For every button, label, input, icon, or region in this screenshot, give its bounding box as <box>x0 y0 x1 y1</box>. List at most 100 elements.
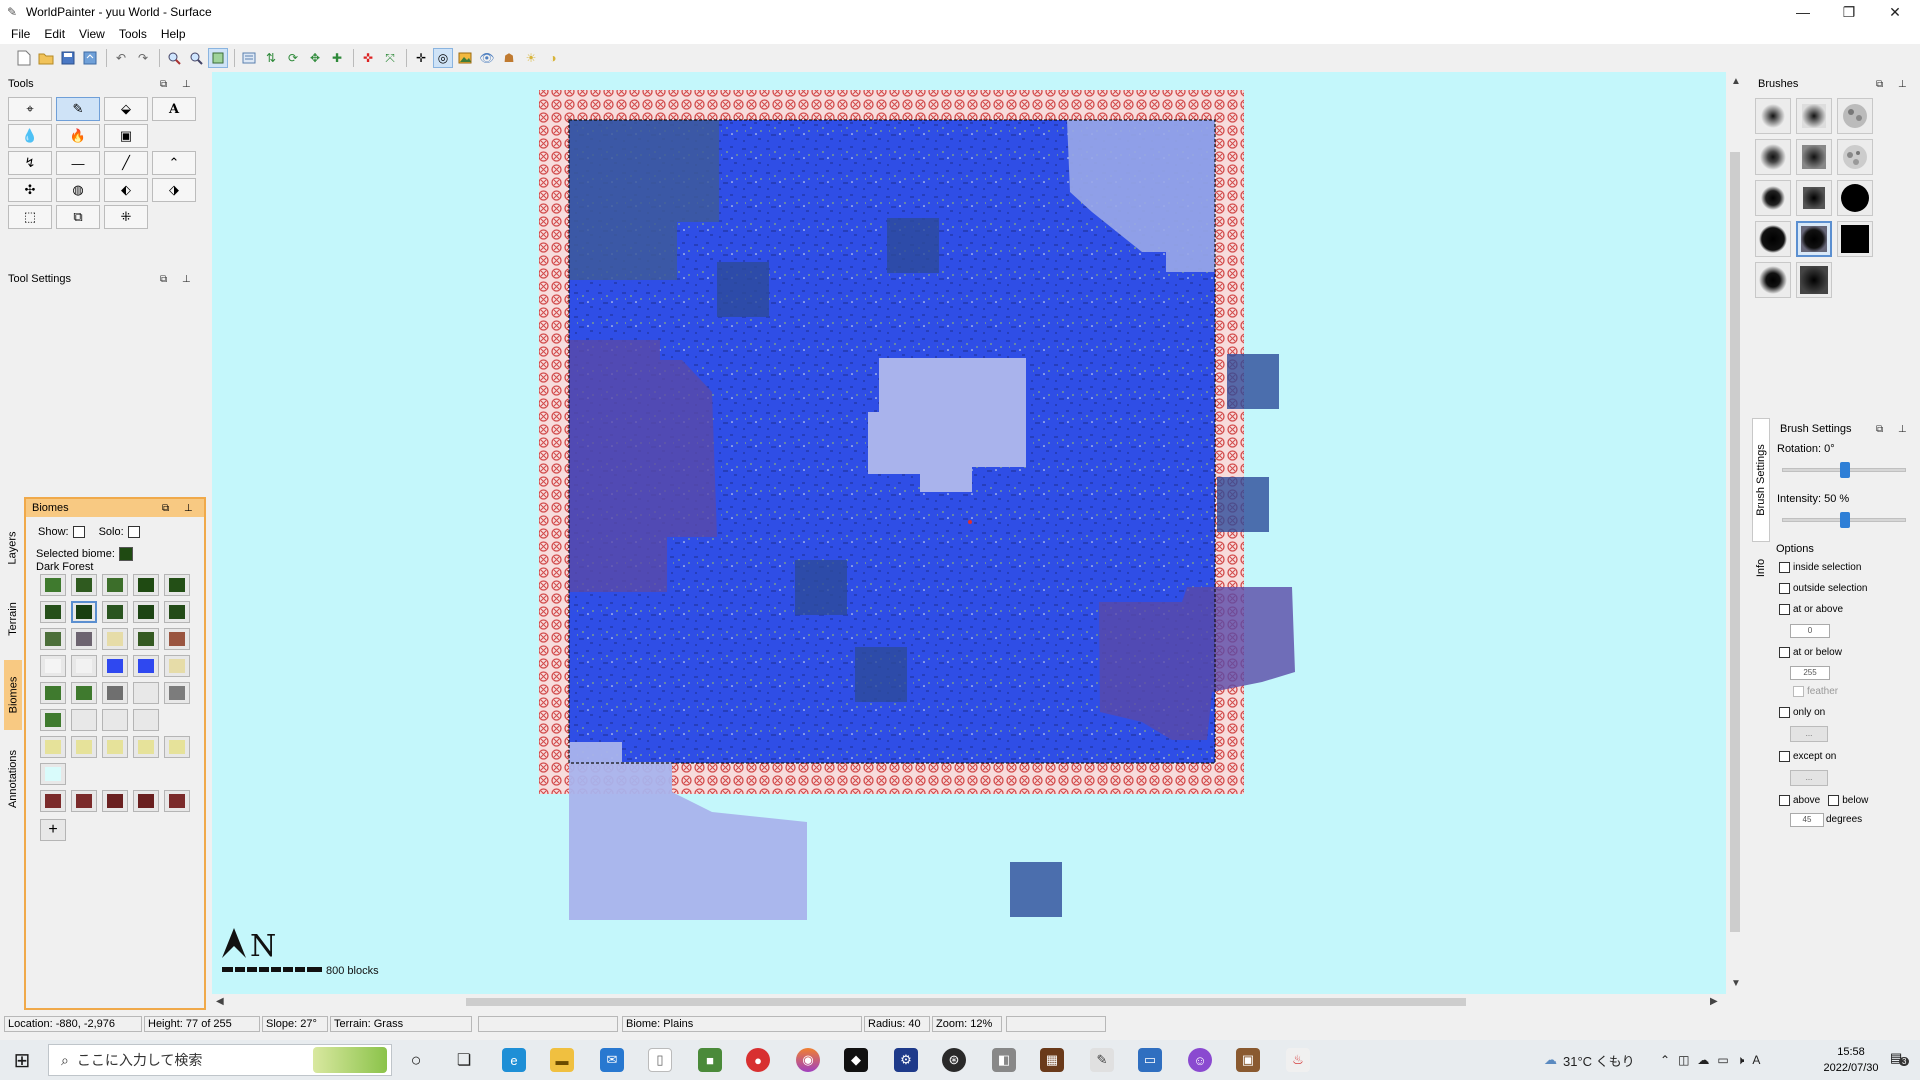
biome-button[interactable] <box>102 574 128 596</box>
rotation-slider[interactable] <box>1782 462 1906 478</box>
export-icon[interactable] <box>80 48 100 68</box>
tool-flood-fill-icon[interactable]: ⬙ <box>104 97 148 121</box>
block-app-icon[interactable]: ▣ <box>1236 1048 1260 1072</box>
intensity-slider-knob[interactable] <box>1840 512 1850 528</box>
tool-select-icon[interactable]: ⌖ <box>8 97 52 121</box>
tab-biomes[interactable]: Biomes <box>4 660 22 730</box>
only-on-dropdown[interactable]: ... <box>1790 726 1828 742</box>
at-or-above-checkbox[interactable] <box>1779 604 1790 615</box>
tab-info[interactable]: Info <box>1752 548 1770 588</box>
pin-panel-icon[interactable]: ⊥ <box>1898 424 1907 435</box>
biome-button[interactable] <box>71 790 97 812</box>
light-direction-icon[interactable]: ☀ <box>521 48 541 68</box>
brush-soft-round-small[interactable] <box>1755 98 1791 134</box>
at-or-below-option[interactable]: at or below <box>1779 647 1842 658</box>
degrees-spinner[interactable]: 45 <box>1790 813 1824 827</box>
biome-button[interactable] <box>102 655 128 677</box>
biome-button[interactable] <box>164 601 190 623</box>
network-icon[interactable]: ◫ <box>1678 1053 1689 1067</box>
biome-button[interactable] <box>40 628 66 650</box>
scroll-left-icon[interactable]: ◀ <box>216 996 224 1007</box>
except-on-dropdown[interactable]: ... <box>1790 770 1828 786</box>
taskbar-search-box[interactable]: ⌕ ここに入力して検索 <box>48 1044 392 1076</box>
brush-hard-round[interactable] <box>1837 180 1873 216</box>
maximize-button[interactable]: ❐ <box>1826 0 1872 24</box>
pin-panel-icon[interactable]: ⊥ <box>182 274 191 285</box>
new-file-icon[interactable] <box>14 48 34 68</box>
tool-spray-icon[interactable]: ◍ <box>56 178 100 202</box>
tool-pencil-icon[interactable]: ✎ <box>56 97 100 121</box>
java-icon[interactable]: ♨ <box>1286 1048 1310 1072</box>
tab-terrain[interactable]: Terrain <box>4 584 22 654</box>
recording-app-icon[interactable]: ● <box>746 1048 770 1072</box>
horizontal-scroll-thumb[interactable] <box>466 998 1466 1006</box>
horizontal-scrollbar[interactable]: ◀ ▶ <box>212 994 1726 1010</box>
scroll-up-icon[interactable]: ▲ <box>1731 76 1741 87</box>
worldpainter-taskbar-icon[interactable]: ✎ <box>1090 1048 1114 1072</box>
clock[interactable]: 15:58 2022/07/30 <box>1818 1044 1884 1076</box>
biome-button[interactable] <box>164 682 190 704</box>
biome-button[interactable] <box>133 601 159 623</box>
tool-raise-mountain-icon[interactable]: ⌃ <box>152 151 196 175</box>
add-biome-button[interactable]: + <box>40 819 66 841</box>
tool-inverted-pyramid-icon[interactable]: ⬗ <box>152 178 196 202</box>
brush-soft-square-small[interactable] <box>1796 98 1832 134</box>
biome-button[interactable] <box>164 628 190 650</box>
biome-button[interactable] <box>164 736 190 758</box>
brush-square-medium[interactable] <box>1796 180 1832 216</box>
feather-option[interactable]: feather <box>1793 686 1838 697</box>
show-checkbox[interactable] <box>72 526 85 538</box>
at-or-above-option[interactable]: at or above <box>1779 604 1843 615</box>
inside-selection-checkbox[interactable] <box>1779 562 1790 573</box>
rotation-slider-knob[interactable] <box>1840 462 1850 478</box>
pin-panel-icon[interactable]: ⊥ <box>1898 79 1907 90</box>
onedrive-icon[interactable]: ☁ <box>1697 1053 1709 1067</box>
weather-widget[interactable]: ☁ 31°C くもり <box>1544 1040 1635 1080</box>
biome-button[interactable] <box>71 655 97 677</box>
tool-sponge-icon[interactable]: ✣ <box>8 178 52 202</box>
float-panel-icon[interactable]: ⧉ <box>160 79 167 90</box>
except-on-checkbox[interactable] <box>1779 751 1790 762</box>
float-panel-icon[interactable]: ⧉ <box>160 274 167 285</box>
only-on-option[interactable]: only on <box>1779 707 1825 718</box>
epic-launcher-icon[interactable]: ◆ <box>844 1048 868 1072</box>
at-or-below-spinner[interactable]: 255 <box>1790 666 1830 680</box>
show-contours-icon[interactable]: ◎ <box>433 48 453 68</box>
zoom-reset-icon[interactable] <box>208 48 228 68</box>
tab-layers[interactable]: Layers <box>4 520 22 576</box>
world-map[interactable]: N 800 blocks <box>212 72 1726 994</box>
show-grid-icon[interactable]: ✛ <box>411 48 431 68</box>
menu-file[interactable]: File <box>4 27 37 41</box>
below-checkbox[interactable] <box>1828 795 1840 806</box>
brush-hard-round-soft-edge[interactable] <box>1755 221 1791 257</box>
scroll-down-icon[interactable]: ▼ <box>1731 978 1741 989</box>
start-button-icon[interactable]: ⊞ <box>10 1048 34 1072</box>
menu-tools[interactable]: Tools <box>112 27 154 41</box>
biome-button[interactable] <box>71 628 97 650</box>
except-on-option[interactable]: except on <box>1779 751 1836 762</box>
biome-button[interactable] <box>40 763 66 785</box>
show-image-overlay-icon[interactable] <box>455 48 475 68</box>
minecraft-icon[interactable]: ■ <box>698 1048 722 1072</box>
edge-browser-icon[interactable]: e <box>502 1048 526 1072</box>
save-icon[interactable] <box>58 48 78 68</box>
change-height-icon[interactable]: ⇅ <box>261 48 281 68</box>
brush-soft-round-large[interactable] <box>1755 262 1791 298</box>
only-on-checkbox[interactable] <box>1779 707 1790 718</box>
open-folder-icon[interactable] <box>36 48 56 68</box>
tool-selection-icon[interactable]: ⬚ <box>8 205 52 229</box>
task-view-icon[interactable]: ❏ <box>452 1048 476 1072</box>
biome-button[interactable] <box>71 601 97 623</box>
day-night-icon[interactable]: ◑ <box>543 48 563 68</box>
biome-button[interactable] <box>133 736 159 758</box>
pin-panel-icon[interactable]: ⊥ <box>184 503 193 514</box>
brush-square-large-selected[interactable] <box>1796 221 1832 257</box>
intensity-slider[interactable] <box>1782 512 1906 528</box>
tab-brush-settings[interactable]: Brush Settings <box>1752 418 1770 542</box>
biome-button[interactable] <box>133 655 159 677</box>
cortana-icon[interactable]: ○ <box>404 1048 428 1072</box>
biome-button[interactable] <box>40 682 66 704</box>
minimize-button[interactable]: — <box>1780 0 1826 24</box>
biome-button[interactable] <box>40 574 66 596</box>
pin-panel-icon[interactable]: ⊥ <box>182 79 191 90</box>
